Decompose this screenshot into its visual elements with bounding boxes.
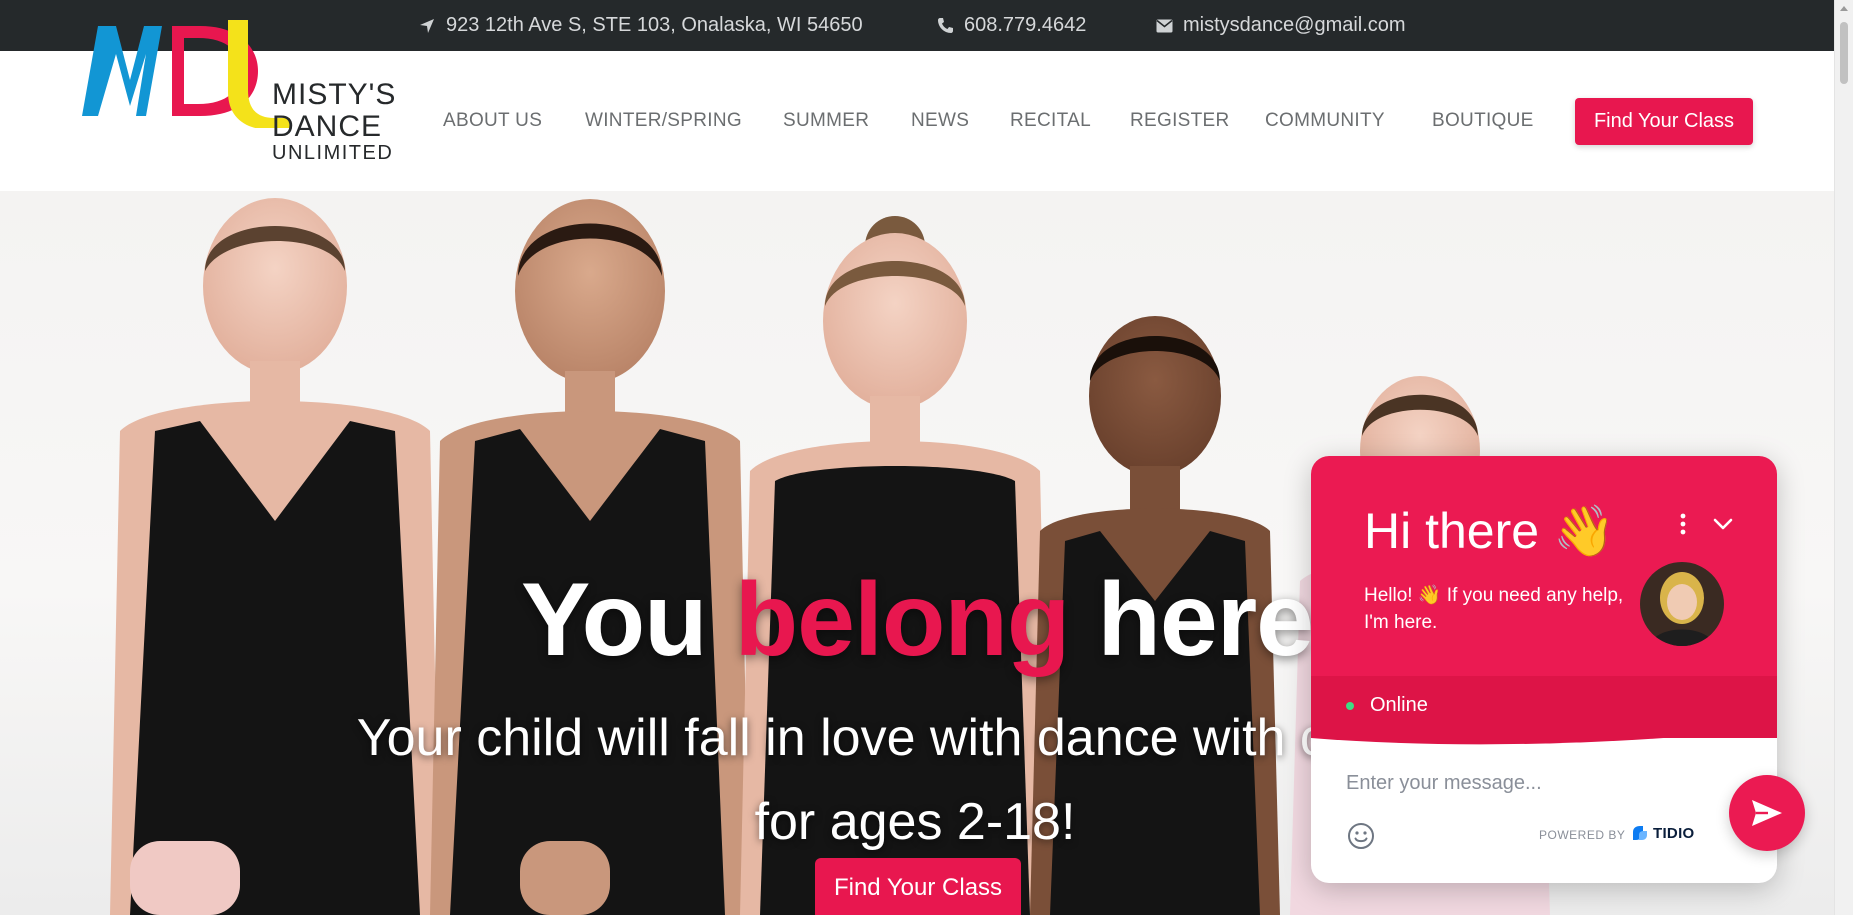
headline-pre: You <box>520 562 708 678</box>
chat-header-wave <box>1311 726 1777 745</box>
operator-avatar <box>1640 562 1724 646</box>
nav-item-news[interactable]: NEWS <box>911 51 969 191</box>
phone-text: 608.779.4642 <box>964 14 1087 36</box>
address-text: 923 12th Ave S, STE 103, Onalaska, WI 54… <box>446 14 863 36</box>
nav-item-about-us[interactable]: ABOUT US <box>443 51 542 191</box>
email-text: mistysdance@gmail.com <box>1183 14 1406 36</box>
nav-item-winter-spring[interactable]: WINTER/SPRING <box>585 51 742 191</box>
headline-post: here <box>1097 562 1314 678</box>
send-icon <box>1752 800 1782 826</box>
nav-item-community[interactable]: COMMUNITY <box>1265 51 1385 191</box>
location-arrow-icon <box>418 17 436 35</box>
chat-widget: Hi there 👋 Hello! 👋 If you need any help… <box>1311 456 1777 883</box>
emoji-icon[interactable] <box>1346 821 1376 851</box>
headline-accent: belong <box>734 562 1071 678</box>
find-your-class-nav-button[interactable]: Find Your Class <box>1575 98 1753 145</box>
address-info[interactable]: 923 12th Ave S, STE 103, Onalaska, WI 54… <box>418 0 863 51</box>
logo-line-1: MISTY'S <box>272 78 397 111</box>
scroll-up-arrow-icon[interactable] <box>1840 6 1848 11</box>
tidio-logo-icon <box>1633 826 1647 840</box>
phone-info[interactable]: 608.779.4642 <box>936 0 1086 51</box>
chevron-down-icon[interactable] <box>1711 514 1735 534</box>
powered-by-label: POWERED BY <box>1539 828 1626 842</box>
chat-welcome-message: Hello! 👋 If you need any help, I'm here. <box>1364 585 1624 633</box>
page-scrollbar[interactable] <box>1834 0 1853 915</box>
chat-message-input[interactable] <box>1346 768 1646 798</box>
nav-item-recital[interactable]: RECITAL <box>1010 51 1091 191</box>
tidio-brand-text: TIDIO <box>1653 824 1695 842</box>
scrollbar-thumb[interactable] <box>1840 22 1848 84</box>
logo-line-2: DANCE <box>272 110 383 143</box>
logo-line-3: UNLIMITED <box>272 142 394 164</box>
chat-online-status: Online <box>1370 694 1428 716</box>
more-vertical-icon[interactable] <box>1675 512 1691 536</box>
send-message-button[interactable] <box>1729 775 1805 851</box>
email-info[interactable]: mistysdance@gmail.com <box>1155 0 1406 51</box>
nav-item-boutique[interactable]: BOUTIQUE <box>1432 51 1534 191</box>
find-your-class-hero-button[interactable]: Find Your Class <box>815 858 1021 915</box>
page: 923 12th Ave S, STE 103, Onalaska, WI 54… <box>0 0 1853 915</box>
chat-header <box>1311 456 1777 676</box>
nav-item-summer[interactable]: SUMMER <box>783 51 869 191</box>
online-status-dot <box>1346 702 1354 710</box>
tidio-brand[interactable]: TIDIO <box>1631 824 1695 842</box>
chat-greeting: Hi there 👋 <box>1364 503 1616 559</box>
phone-icon <box>936 17 954 35</box>
logo-wordmark: MISTY'S DANCE UNLIMITED <box>272 78 397 164</box>
nav-item-register[interactable]: REGISTER <box>1130 51 1230 191</box>
envelope-icon <box>1155 17 1173 35</box>
